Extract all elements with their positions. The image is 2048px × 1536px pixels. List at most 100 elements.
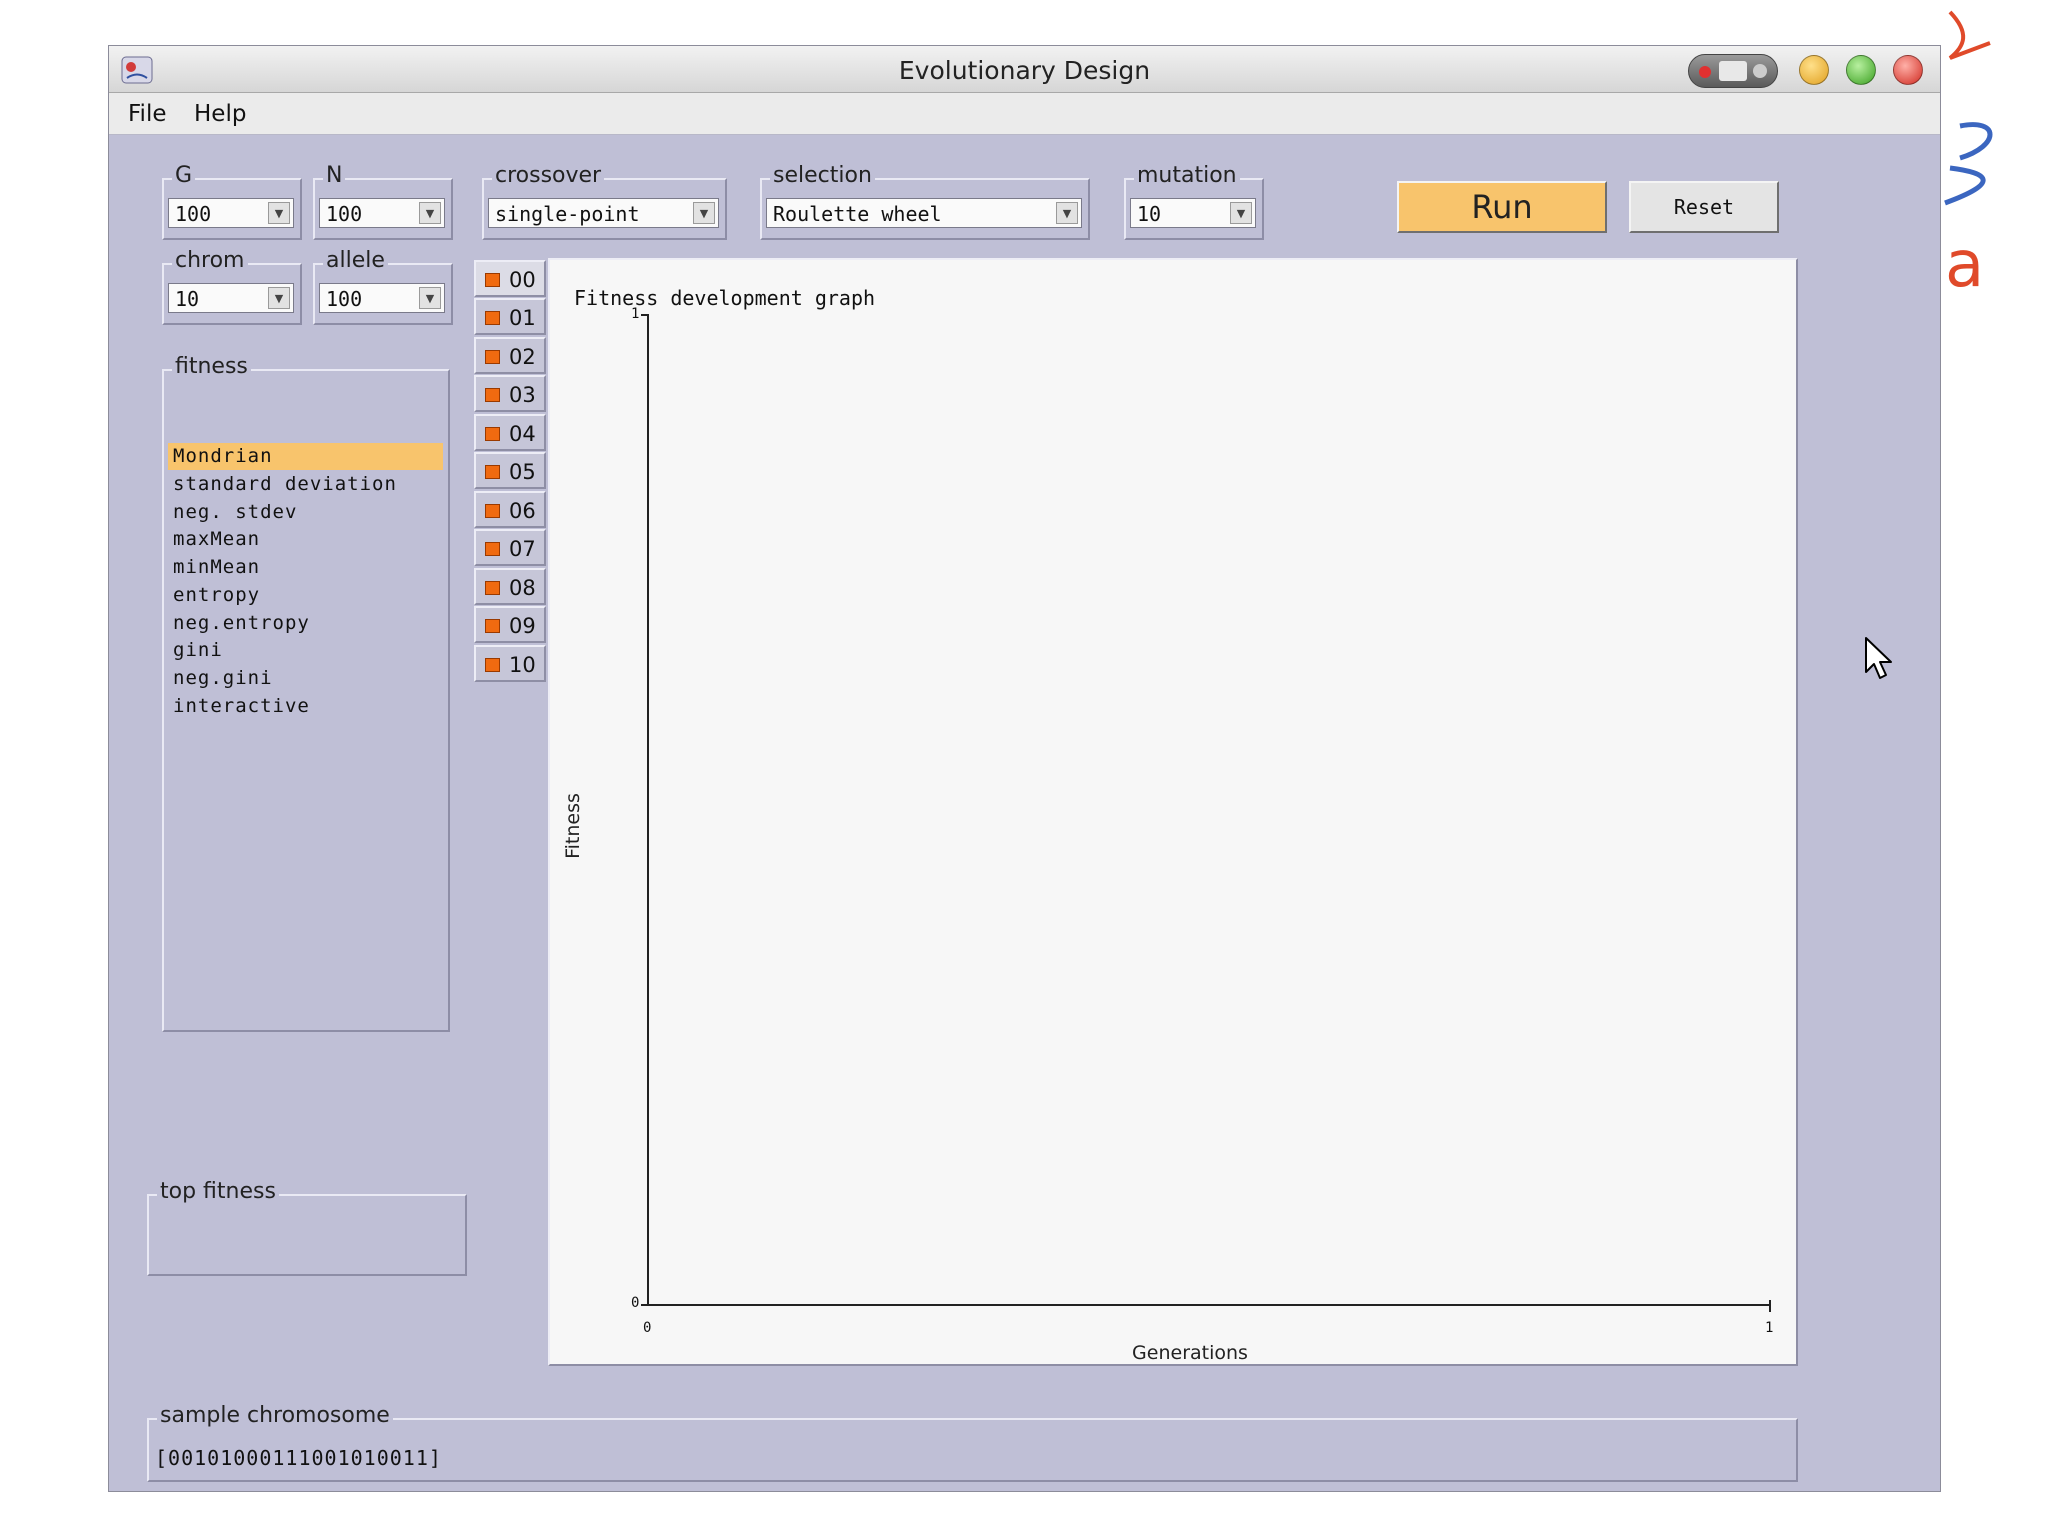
tab-09[interactable]: 09 — [474, 606, 546, 643]
marker-square-icon — [485, 427, 500, 441]
g-label: G — [172, 163, 196, 188]
y-axis-line — [647, 314, 649, 1306]
n-group: N 100 ▼ — [313, 163, 453, 240]
fitness-option-neg-entropy[interactable]: neg.entropy — [168, 610, 443, 637]
svg-text:a: a — [1945, 228, 1984, 298]
allele-label: allele — [323, 248, 388, 273]
chrom-value: 10 — [175, 287, 200, 311]
chevron-down-icon[interactable]: ▼ — [419, 202, 441, 224]
tab-label: 08 — [509, 576, 536, 600]
fitness-group: fitness Mondrian standard deviation neg.… — [162, 354, 450, 1032]
chrom-group: chrom 10 ▼ — [162, 248, 302, 325]
fitness-option-entropy[interactable]: entropy — [168, 582, 443, 609]
run-label: Run — [1471, 188, 1533, 226]
sample-chromosome-group: sample chromosome [00101000111001010011] — [147, 1403, 1798, 1482]
x-tick-label-1: 1 — [1765, 1320, 1774, 1336]
tab-02[interactable]: 02 — [474, 337, 546, 374]
n-select[interactable]: 100 ▼ — [319, 198, 445, 228]
chrom-label: chrom — [172, 248, 248, 273]
zoom-button[interactable] — [1846, 55, 1876, 85]
crossover-label: crossover — [492, 163, 605, 188]
marker-square-icon — [485, 465, 500, 479]
y-axis-tick-top — [641, 314, 649, 316]
run-button[interactable]: Run — [1397, 181, 1607, 233]
tab-06[interactable]: 06 — [474, 491, 546, 528]
marker-square-icon — [485, 311, 500, 325]
marker-square-icon — [485, 504, 500, 518]
g-group: G 100 ▼ — [162, 163, 302, 240]
fitness-option-standard-deviation[interactable]: standard deviation — [168, 471, 443, 498]
mutation-select[interactable]: 10 ▼ — [1130, 198, 1256, 228]
marker-square-icon — [485, 658, 500, 672]
fitness-option-neg-gini[interactable]: neg.gini — [168, 665, 443, 692]
y-tick-label-0: 0 — [631, 1295, 640, 1311]
tab-label: 01 — [509, 306, 536, 330]
record-dot-icon — [1699, 66, 1711, 78]
toolbar-toggle-button[interactable] — [1688, 54, 1778, 88]
title-bar[interactable]: Evolutionary Design — [109, 46, 1940, 93]
x-tick-label-0: 0 — [643, 1320, 652, 1336]
crossover-value: single-point — [495, 202, 640, 226]
selection-group: selection Roulette wheel ▼ — [760, 163, 1090, 240]
app-window: Evolutionary Design File Help G 100 ▼ N … — [108, 45, 1941, 1492]
chevron-down-icon[interactable]: ▼ — [693, 202, 715, 224]
gear-icon — [1753, 64, 1767, 78]
fitness-option-gini[interactable]: gini — [168, 637, 443, 664]
fitness-option-neg-stdev[interactable]: neg. stdev — [168, 499, 443, 526]
chrom-select[interactable]: 10 ▼ — [168, 283, 294, 313]
tab-label: 03 — [509, 383, 536, 407]
y-tick-label-1: 1 — [631, 306, 640, 322]
marker-square-icon — [485, 542, 500, 556]
marker-square-icon — [485, 619, 500, 633]
menu-help[interactable]: Help — [194, 101, 246, 127]
chevron-down-icon[interactable]: ▼ — [268, 287, 290, 309]
reset-label: Reset — [1673, 195, 1735, 219]
tab-label: 05 — [509, 460, 536, 484]
top-fitness-group: top fitness — [147, 1179, 467, 1276]
tab-04[interactable]: 04 — [474, 414, 546, 451]
menu-file[interactable]: File — [128, 101, 167, 127]
mutation-group: mutation 10 ▼ — [1124, 163, 1264, 240]
reset-button[interactable]: Reset — [1629, 181, 1779, 233]
marker-square-icon — [485, 581, 500, 595]
tab-03[interactable]: 03 — [474, 375, 546, 412]
sample-chromosome-label: sample chromosome — [157, 1403, 393, 1428]
tab-label: 02 — [509, 345, 536, 369]
top-fitness-label: top fitness — [157, 1179, 279, 1204]
selection-value: Roulette wheel — [773, 202, 942, 226]
tab-08[interactable]: 08 — [474, 568, 546, 605]
close-button[interactable] — [1893, 55, 1923, 85]
tab-00[interactable]: 00 — [474, 260, 546, 297]
fitness-option-interactive[interactable]: interactive — [168, 693, 443, 720]
crossover-group: crossover single-point ▼ — [482, 163, 727, 240]
fitness-label: fitness — [172, 354, 251, 379]
allele-select[interactable]: 100 ▼ — [319, 283, 445, 313]
selection-label: selection — [770, 163, 875, 188]
tab-label: 07 — [509, 537, 536, 561]
mutation-value: 10 — [1137, 202, 1162, 226]
minimize-button[interactable] — [1799, 55, 1829, 85]
tab-07[interactable]: 07 — [474, 529, 546, 566]
menu-bar: File Help — [109, 93, 1940, 135]
chevron-down-icon[interactable]: ▼ — [419, 287, 441, 309]
crossover-select[interactable]: single-point ▼ — [488, 198, 719, 228]
x-axis-label: Generations — [1132, 1342, 1248, 1364]
mouse-pointer-icon — [1865, 637, 1892, 679]
fitness-option-maxmean[interactable]: maxMean — [168, 526, 443, 553]
chevron-down-icon[interactable]: ▼ — [1230, 202, 1252, 224]
chevron-down-icon[interactable]: ▼ — [268, 202, 290, 224]
fitness-option-minmean[interactable]: minMean — [168, 554, 443, 581]
tab-label: 09 — [509, 614, 536, 638]
marker-square-icon — [485, 350, 500, 364]
tab-05[interactable]: 05 — [474, 452, 546, 489]
tab-01[interactable]: 01 — [474, 298, 546, 335]
graph-title: Fitness development graph — [574, 286, 876, 310]
selection-select[interactable]: Roulette wheel ▼ — [766, 198, 1082, 228]
window-title: Evolutionary Design — [898, 56, 1151, 85]
tab-10[interactable]: 10 — [474, 645, 546, 682]
sample-chromosome-value: [00101000111001010011] — [155, 1446, 442, 1470]
n-label: N — [323, 163, 346, 188]
chevron-down-icon[interactable]: ▼ — [1056, 202, 1078, 224]
fitness-option-mondrian[interactable]: Mondrian — [168, 443, 443, 470]
g-select[interactable]: 100 ▼ — [168, 198, 294, 228]
